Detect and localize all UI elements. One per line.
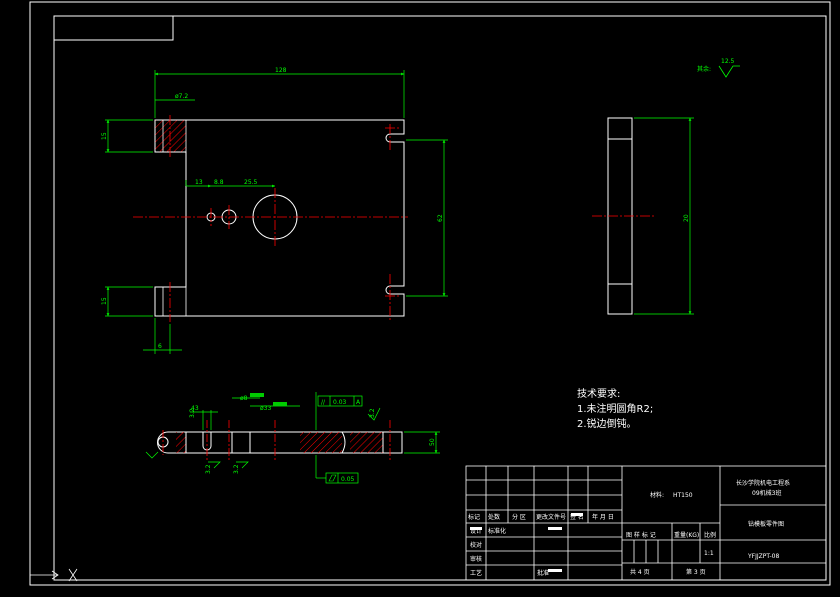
roughness-symbol-icon (718, 65, 740, 78)
dim-end-width: 6 (158, 343, 162, 350)
weight-label: 重量(KG) (674, 531, 699, 539)
roughness-note-value: 12.5 (721, 58, 735, 65)
dim-end-bottom: 15 (101, 297, 108, 305)
side-dim-height: 20 (683, 214, 690, 222)
scale-label: 比例 (704, 531, 716, 539)
section-break-line (341, 431, 346, 454)
scale-value: 1:1 (704, 550, 714, 557)
dim-highlight-1 (250, 393, 264, 397)
sig-block-1 (470, 527, 482, 530)
dim-highlight-2 (273, 402, 287, 406)
dim-hole-dia: ø7.2 (175, 93, 188, 100)
plan-dimensions (105, 70, 448, 354)
tech-req-item-2: 2.锐边倒钝。 (577, 417, 637, 430)
dim-overall-length: 128 (275, 67, 287, 74)
sig-block-4 (548, 569, 562, 572)
role-standard: 标准化 (488, 527, 506, 535)
parallel-tolerance-frame: // 0.03 A (317, 395, 363, 407)
roughness-note: 其余: 12.5 (697, 58, 740, 78)
dim-offset-2: 8.8 (214, 179, 224, 186)
plan-hatch-bottom (154, 286, 187, 317)
dim-offset-3: 25.5 (244, 179, 258, 186)
sig-block-2 (548, 527, 562, 530)
total-sheets: 共 4 页 (630, 568, 650, 576)
role-process: 工艺 (470, 569, 482, 577)
rev-header-mark: 标记 (468, 513, 480, 521)
section-dim-dia-2: ø33 (260, 405, 271, 412)
cad-drawing-viewport[interactable]: 128 ø7.2 15 15 13 8.8 25.5 62 6 20 其余: 1… (0, 0, 840, 597)
rev-header-count: 处数 (488, 513, 500, 521)
flatness-tol-value: 0.05 (341, 476, 355, 483)
roughness-value-3: 3.2 (233, 464, 240, 474)
side-view[interactable]: 20 (592, 117, 694, 315)
rev-header-file: 更改文件号 (536, 513, 566, 521)
flatness-icon (328, 474, 337, 482)
sig-block-3 (571, 513, 583, 516)
role-check: 校对 (470, 541, 482, 549)
rev-header-zone: 分 区 (512, 513, 526, 521)
flatness-tolerance-frame: 0.05 (325, 472, 359, 484)
role-approve: 批准 (537, 569, 549, 577)
dim-offset-1: 13 (195, 179, 203, 186)
tech-requirements: 技术要求: 1.未注明圆角R2; 2.锐边倒钝。 (577, 387, 653, 430)
part-name: 钻模板零件图 (748, 520, 784, 528)
material-label: 材料: (650, 491, 664, 499)
roughness-value-4: 3.2 (189, 408, 196, 418)
dim-end-top: 15 (101, 132, 108, 140)
rev-header-date: 年 月 日 (592, 513, 614, 521)
title-block-text: 标记 处数 分 区 更改文件号 签 名 年 月 日 设计 标准化 校对 审核 工… (468, 479, 790, 577)
section-dim-dia-1: ø8 (240, 395, 248, 402)
section-hatch-1 (300, 432, 342, 453)
roughness-note-label: 其余: (697, 65, 711, 73)
section-dim-height: 50 (429, 438, 436, 446)
material-value: HT150 (673, 492, 693, 499)
parallel-icon: // (321, 399, 326, 406)
school-name: 长沙学院机电工程系 (736, 479, 790, 487)
section-hatch-2 (350, 432, 383, 453)
tech-req-item-1: 1.未注明圆角R2; (577, 402, 653, 415)
sheet-number: 第 3 页 (686, 568, 706, 576)
tech-req-title: 技术要求: (577, 387, 620, 400)
plan-outline (154, 119, 405, 317)
dim-height: 62 (437, 214, 444, 222)
roughness-value-2: 3.2 (205, 464, 212, 474)
plan-hatch-top (154, 119, 187, 153)
roughness-value-1: 3.2 (369, 408, 376, 418)
drawing-number: YFJJZPT-08 (747, 553, 779, 560)
drawing-canvas[interactable]: 128 ø7.2 15 15 13 8.8 25.5 62 6 20 其余: 1… (0, 0, 840, 597)
plan-view[interactable]: 128 ø7.2 15 15 13 8.8 25.5 62 6 (101, 67, 448, 354)
class-name: 09机械3班 (752, 489, 781, 497)
section-view[interactable]: 43 ø8 ø33 // 0.03 A 0.05 3.2 3.2 3.2 3.2… (145, 392, 440, 484)
section-hatch-3 (176, 432, 186, 453)
sheet-border (29, 1, 831, 586)
stage-label: 图 样 标 记 (626, 531, 656, 539)
parallel-datum: A (356, 399, 361, 406)
parallel-tol-value: 0.03 (333, 399, 347, 406)
role-review: 审核 (470, 555, 482, 563)
